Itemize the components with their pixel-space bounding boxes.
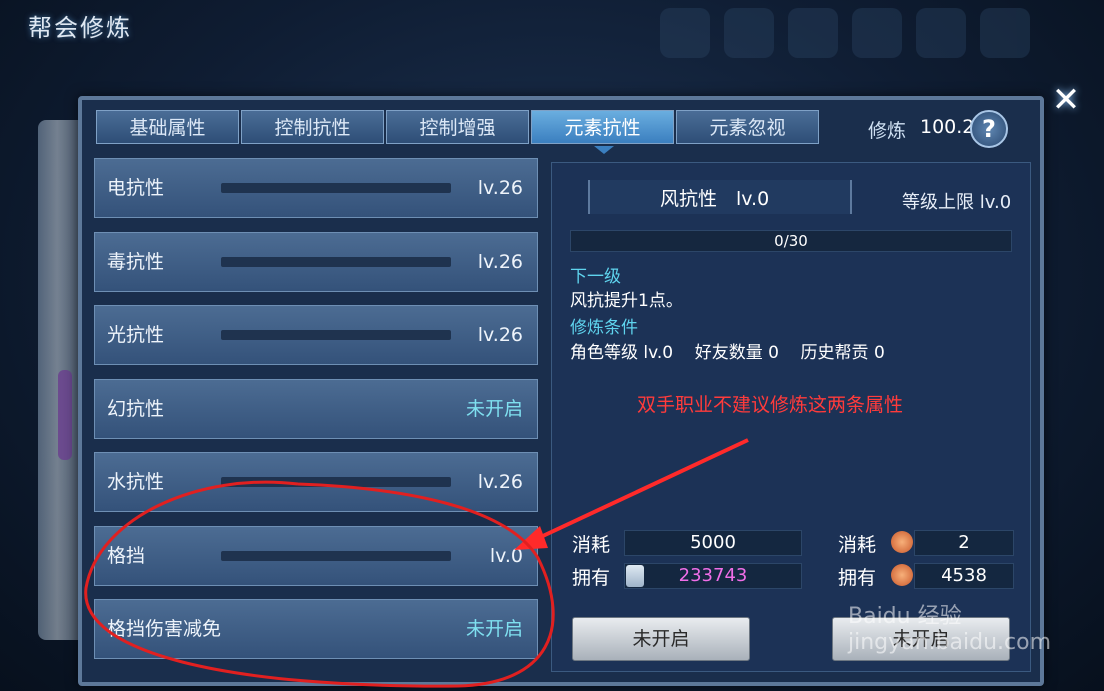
cultivation-label: 修炼 (868, 120, 907, 142)
list-item-level: 未开启 (465, 397, 523, 420)
annotation-text: 双手职业不建议修炼这两条属性 (637, 394, 904, 416)
list-item-label: 光抗性 (107, 324, 165, 346)
background-top-icons (660, 8, 1100, 74)
condition-label: 修炼条件 (570, 318, 638, 338)
close-icon[interactable]: ✕ (1046, 80, 1086, 120)
next-level-text: 风抗提升1点。 (570, 291, 683, 311)
list-item-illusion-resistance[interactable]: 幻抗性 未开启 (94, 378, 538, 439)
bg-icon (788, 8, 838, 58)
tab-element-resistance[interactable]: 元素抗性 (531, 110, 674, 144)
scroll-icon (626, 565, 644, 587)
bg-icon (724, 8, 774, 58)
bg-icon (852, 8, 902, 58)
bg-icon (980, 8, 1030, 58)
detail-progress-bar: 0/30 (570, 230, 1012, 252)
list-item-label: 幻抗性 (107, 397, 165, 420)
tab-basic-attributes[interactable]: 基础属性 (96, 110, 239, 144)
coin-icon (891, 531, 913, 553)
active-tab-pointer (594, 146, 614, 154)
own-value: 4538 (914, 563, 1014, 589)
tab-control-resistance[interactable]: 控制抗性 (241, 110, 384, 144)
list-item-label: 电抗性 (107, 177, 165, 199)
help-icon[interactable]: ? (970, 110, 1008, 148)
list-item-level: lv.26 (477, 250, 523, 273)
consume-value: 5000 (624, 530, 802, 556)
list-item-level: lv.26 (477, 177, 523, 199)
tab-element-ignore[interactable]: 元素忽视 (676, 110, 819, 144)
list-item-poison-resistance[interactable]: 毒抗性 lv.26 (94, 231, 538, 292)
consume-value: 2 (914, 530, 1014, 556)
consume-label: 消耗 (572, 534, 611, 556)
bg-icon (660, 8, 710, 58)
tab-control-enhance[interactable]: 控制增强 (386, 110, 529, 144)
consume-label: 消耗 (838, 534, 877, 556)
own-label: 拥有 (838, 567, 877, 589)
own-label: 拥有 (572, 567, 611, 589)
list-item-level: lv.26 (477, 324, 523, 346)
consume-value-text: 2 (958, 532, 970, 553)
tab-bar: 基础属性 控制抗性 控制增强 元素抗性 元素忽视 (96, 110, 819, 146)
own-value-text: 4538 (941, 565, 987, 586)
list-item-electric-resistance[interactable]: 电抗性 lv.26 (94, 158, 538, 218)
list-item-label: 毒抗性 (107, 250, 165, 273)
own-value: 233743 (624, 563, 802, 589)
ribbon-decoration (58, 370, 72, 460)
bg-icon (916, 8, 966, 58)
detail-max-level: 等级上限 lv.0 (902, 192, 1012, 213)
progress-bar (221, 256, 451, 267)
consume-value-text: 5000 (690, 532, 736, 553)
progress-text: 0/30 (774, 232, 808, 250)
progress-bar (221, 330, 451, 340)
progress-bar (221, 183, 451, 193)
condition-text: 角色等级 lv.0 好友数量 0 历史帮贡 0 (570, 343, 885, 363)
coin-icon (891, 564, 913, 586)
cultivation-value: 100.2 (920, 116, 975, 138)
watermark-logo: Baidu 经验 jingyan.baidu.com (848, 604, 1052, 655)
list-item-light-resistance[interactable]: 光抗性 lv.26 (94, 305, 538, 365)
own-value-text: 233743 (678, 565, 748, 586)
annotation-circle (84, 480, 555, 688)
detail-attribute-name: 风抗性 lv.0 (660, 188, 770, 210)
cultivate-button-left[interactable]: 未开启 (572, 617, 750, 661)
next-level-label: 下一级 (570, 267, 621, 287)
page-title: 帮会修炼 (28, 14, 132, 42)
